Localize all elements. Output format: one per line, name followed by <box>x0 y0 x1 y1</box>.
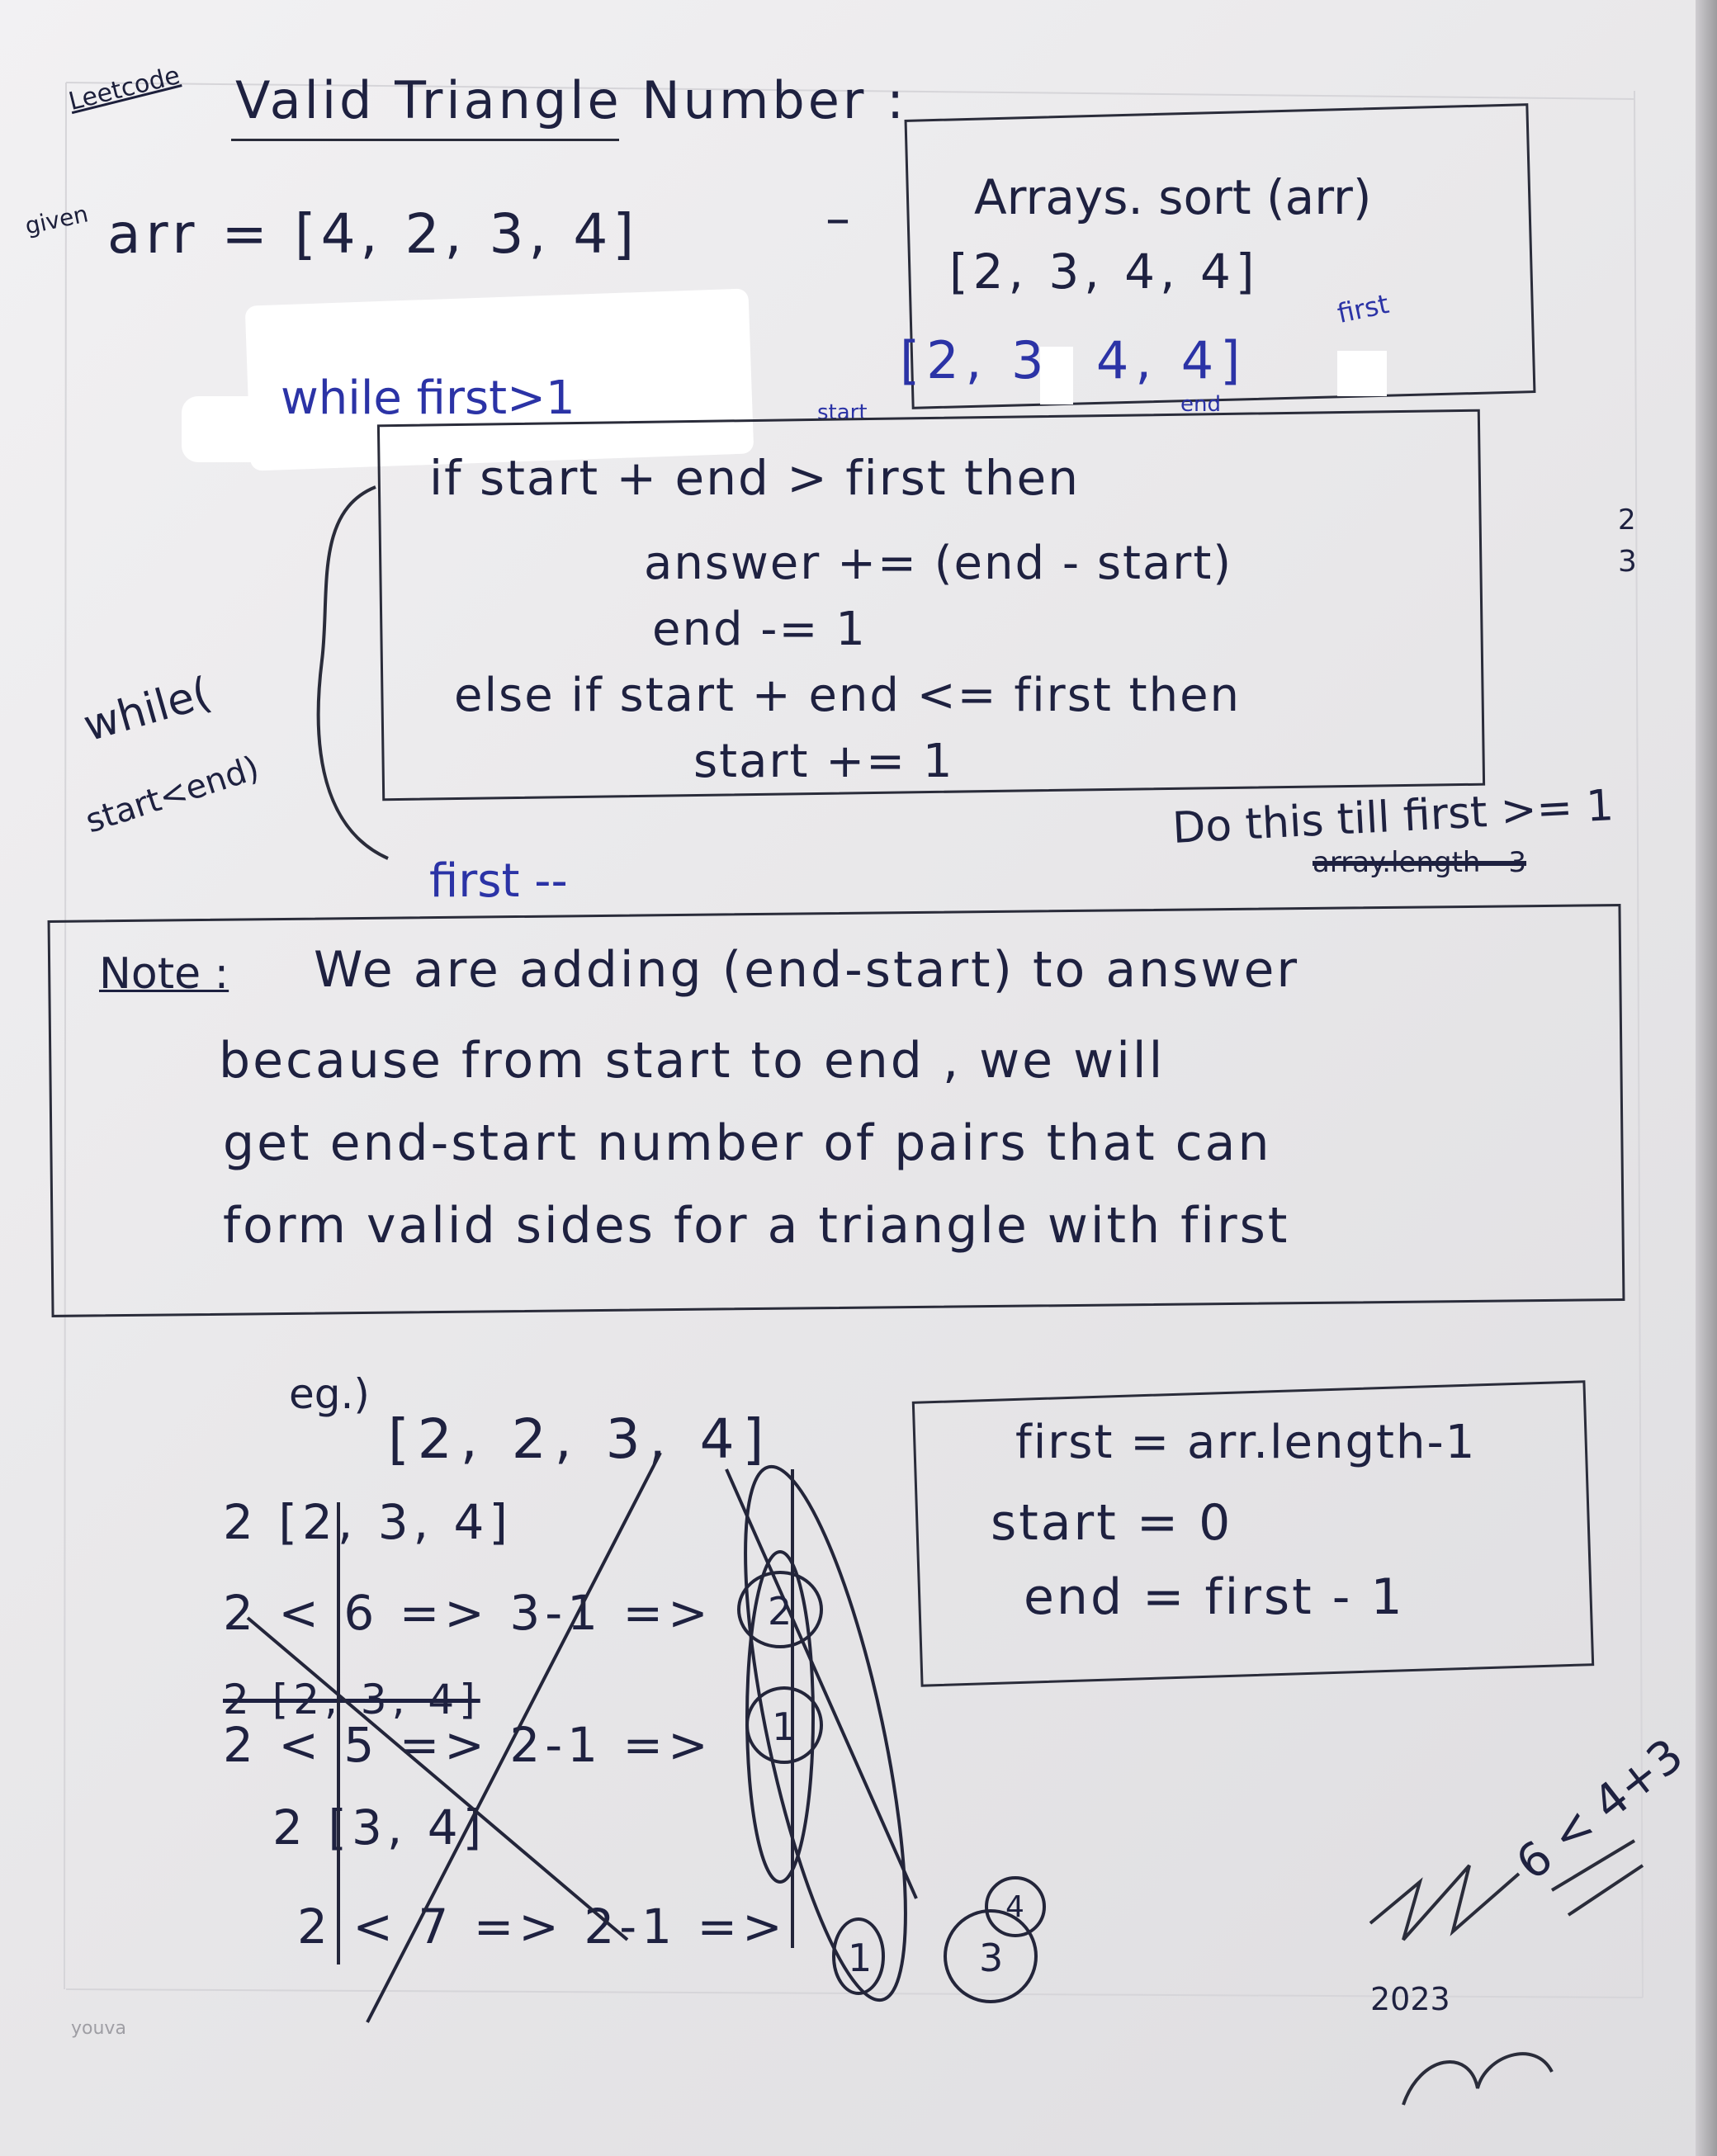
notebook-page: Leetcode Valid Triangle Number : given a… <box>0 0 1717 2156</box>
scribble-marks <box>1369 1839 1644 2106</box>
watermark: youva <box>71 2018 126 2039</box>
